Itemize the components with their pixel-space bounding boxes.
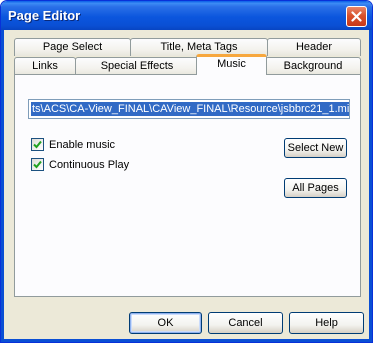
enable-music-checkbox[interactable] (31, 138, 44, 151)
window-frame-bottom (1, 339, 372, 342)
close-button[interactable] (346, 6, 367, 27)
continuous-play-checkbox[interactable] (31, 158, 44, 171)
checkmark-icon (33, 140, 42, 149)
continuous-play-label: Continuous Play (49, 158, 130, 171)
tab-label: Links (32, 60, 58, 72)
ok-button[interactable]: OK (129, 312, 202, 334)
tab-label: Background (283, 60, 343, 72)
tab-special-effects[interactable]: Special Effects (75, 57, 199, 75)
window-title: Page Editor (8, 8, 81, 23)
select-new-button[interactable]: Select New (284, 138, 347, 158)
continuous-play-option[interactable]: Continuous Play (31, 158, 129, 171)
checkmark-icon (33, 160, 42, 169)
tab-label: Music (217, 58, 246, 70)
window-frame-right (369, 30, 372, 342)
help-button[interactable]: Help (289, 312, 364, 334)
tab-links[interactable]: Links (14, 57, 76, 75)
tab-background[interactable]: Background (265, 57, 361, 75)
tab-label: Title, Meta Tags (160, 41, 238, 53)
music-file-path-text: ts\ACS\CA-View_FINAL\CAView_FINAL\Resour… (31, 102, 349, 116)
tab-label: Special Effects (100, 60, 174, 72)
window-frame-left (1, 30, 4, 342)
cancel-button[interactable]: Cancel (208, 312, 283, 334)
tab-label: Page Select (42, 41, 103, 53)
tab-music[interactable]: Music (196, 54, 267, 75)
tab-header[interactable]: Header (267, 38, 361, 56)
close-icon (351, 11, 362, 22)
enable-music-option[interactable]: Enable music (31, 138, 115, 151)
title-bar[interactable]: Page Editor (1, 1, 372, 30)
music-file-path-input[interactable]: ts\ACS\CA-View_FINAL\CAView_FINAL\Resour… (28, 99, 350, 119)
tab-page-select[interactable]: Page Select (14, 38, 131, 56)
page-editor-dialog: Page Editor Page Select Title, Meta Tags… (0, 0, 373, 343)
enable-music-label: Enable music (49, 138, 116, 151)
all-pages-button[interactable]: All Pages (284, 178, 347, 198)
tab-label: Header (295, 41, 333, 53)
